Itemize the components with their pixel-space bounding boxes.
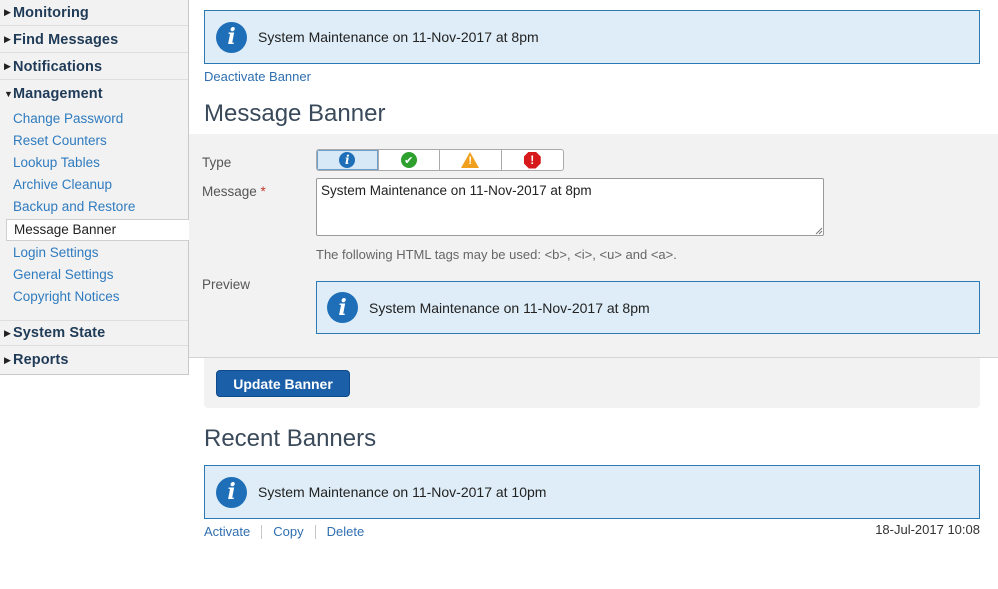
sidebar-item-lookup-tables[interactable]: Lookup Tables bbox=[13, 154, 100, 172]
type-info-button[interactable]: i bbox=[317, 150, 379, 170]
recent-banner-date: 18-Jul-2017 10:08 bbox=[875, 522, 980, 537]
nav-section-find-messages[interactable]: ▶ Find Messages bbox=[0, 27, 188, 53]
error-stop-icon: ! bbox=[523, 151, 541, 169]
expand-arrow-icon: ▶ bbox=[4, 61, 11, 71]
type-selector: i ✔ ! ! bbox=[316, 149, 564, 171]
active-banner: i System Maintenance on 11-Nov-2017 at 8… bbox=[204, 10, 980, 64]
sidebar-item-change-password[interactable]: Change Password bbox=[13, 110, 123, 128]
divider bbox=[261, 524, 263, 539]
activate-link[interactable]: Activate bbox=[204, 524, 250, 539]
info-icon: i bbox=[339, 152, 356, 168]
sidebar-item-login-settings[interactable]: Login Settings bbox=[13, 244, 99, 262]
success-check-icon: ✔ bbox=[400, 152, 417, 168]
type-label: Type bbox=[202, 155, 232, 170]
active-banner-text: System Maintenance on 11-Nov-2017 at 8pm bbox=[258, 29, 539, 45]
delete-link[interactable]: Delete bbox=[327, 524, 365, 539]
nav-section-label: Find Messages bbox=[13, 31, 119, 48]
message-label: Message * bbox=[202, 184, 266, 199]
nav-section-notifications[interactable]: ▶ Notifications bbox=[0, 54, 188, 80]
type-success-button[interactable]: ✔ bbox=[379, 150, 440, 170]
info-icon: i bbox=[216, 476, 247, 508]
sidebar-item-backup-restore[interactable]: Backup and Restore bbox=[13, 198, 135, 216]
warning-triangle-icon: ! bbox=[461, 152, 480, 168]
info-icon: i bbox=[216, 21, 247, 53]
expand-arrow-icon: ▶ bbox=[4, 327, 11, 338]
nav-section-management[interactable]: ▼ Management bbox=[0, 81, 188, 107]
expand-arrow-icon: ▶ bbox=[4, 7, 11, 17]
copy-link[interactable]: Copy bbox=[273, 524, 303, 539]
update-banner-button[interactable]: Update Banner bbox=[216, 370, 350, 397]
sidebar-item-message-banner[interactable]: Message Banner bbox=[6, 219, 189, 241]
recent-banner-text: System Maintenance on 11-Nov-2017 at 10p… bbox=[258, 484, 547, 500]
collapse-arrow-icon: ▼ bbox=[4, 88, 13, 99]
sidebar-item-reset-counters[interactable]: Reset Counters bbox=[13, 132, 107, 150]
sidebar-item-archive-cleanup[interactable]: Archive Cleanup bbox=[13, 176, 112, 194]
recent-banner-actions: Activate Copy Delete bbox=[204, 524, 364, 539]
preview-banner: i System Maintenance on 11-Nov-2017 at 8… bbox=[316, 281, 980, 334]
nav-section-monitoring[interactable]: ▶ Monitoring bbox=[0, 0, 188, 26]
type-error-button[interactable]: ! bbox=[502, 150, 564, 170]
html-tags-hint: The following HTML tags may be used: <b>… bbox=[316, 247, 677, 262]
nav-section-reports[interactable]: ▶ Reports bbox=[0, 347, 188, 373]
page-title: Message Banner bbox=[204, 100, 386, 127]
nav-section-label: Notifications bbox=[13, 58, 103, 75]
sidebar-item-general-settings[interactable]: General Settings bbox=[13, 266, 114, 284]
nav-section-label: Management bbox=[13, 86, 103, 102]
required-mark: * bbox=[260, 184, 266, 199]
nav-section-system-state[interactable]: ▶ System State bbox=[0, 320, 188, 346]
message-textarea[interactable]: System Maintenance on 11-Nov-2017 at 8pm bbox=[316, 178, 824, 236]
expand-arrow-icon: ▶ bbox=[4, 34, 11, 44]
nav-section-label: Reports bbox=[13, 352, 69, 368]
sidebar: ▶ Monitoring ▶ Find Messages ▶ Notificat… bbox=[0, 0, 189, 375]
resize-grip-icon[interactable] bbox=[815, 227, 823, 235]
sidebar-item-copyright-notices[interactable]: Copyright Notices bbox=[13, 288, 120, 306]
nav-section-label: System State bbox=[13, 325, 106, 341]
message-label-text: Message bbox=[202, 184, 257, 199]
divider bbox=[314, 524, 316, 539]
expand-arrow-icon: ▶ bbox=[4, 354, 11, 365]
info-icon: i bbox=[327, 292, 358, 323]
type-warning-button[interactable]: ! bbox=[440, 150, 502, 170]
recent-banner-item: i System Maintenance on 11-Nov-2017 at 1… bbox=[204, 465, 980, 519]
preview-banner-text: System Maintenance on 11-Nov-2017 at 8pm bbox=[369, 299, 650, 316]
nav-section-label: Monitoring bbox=[13, 4, 89, 21]
recent-banners-title: Recent Banners bbox=[204, 425, 377, 452]
preview-label: Preview bbox=[202, 277, 251, 292]
deactivate-banner-link[interactable]: Deactivate Banner bbox=[204, 69, 311, 84]
